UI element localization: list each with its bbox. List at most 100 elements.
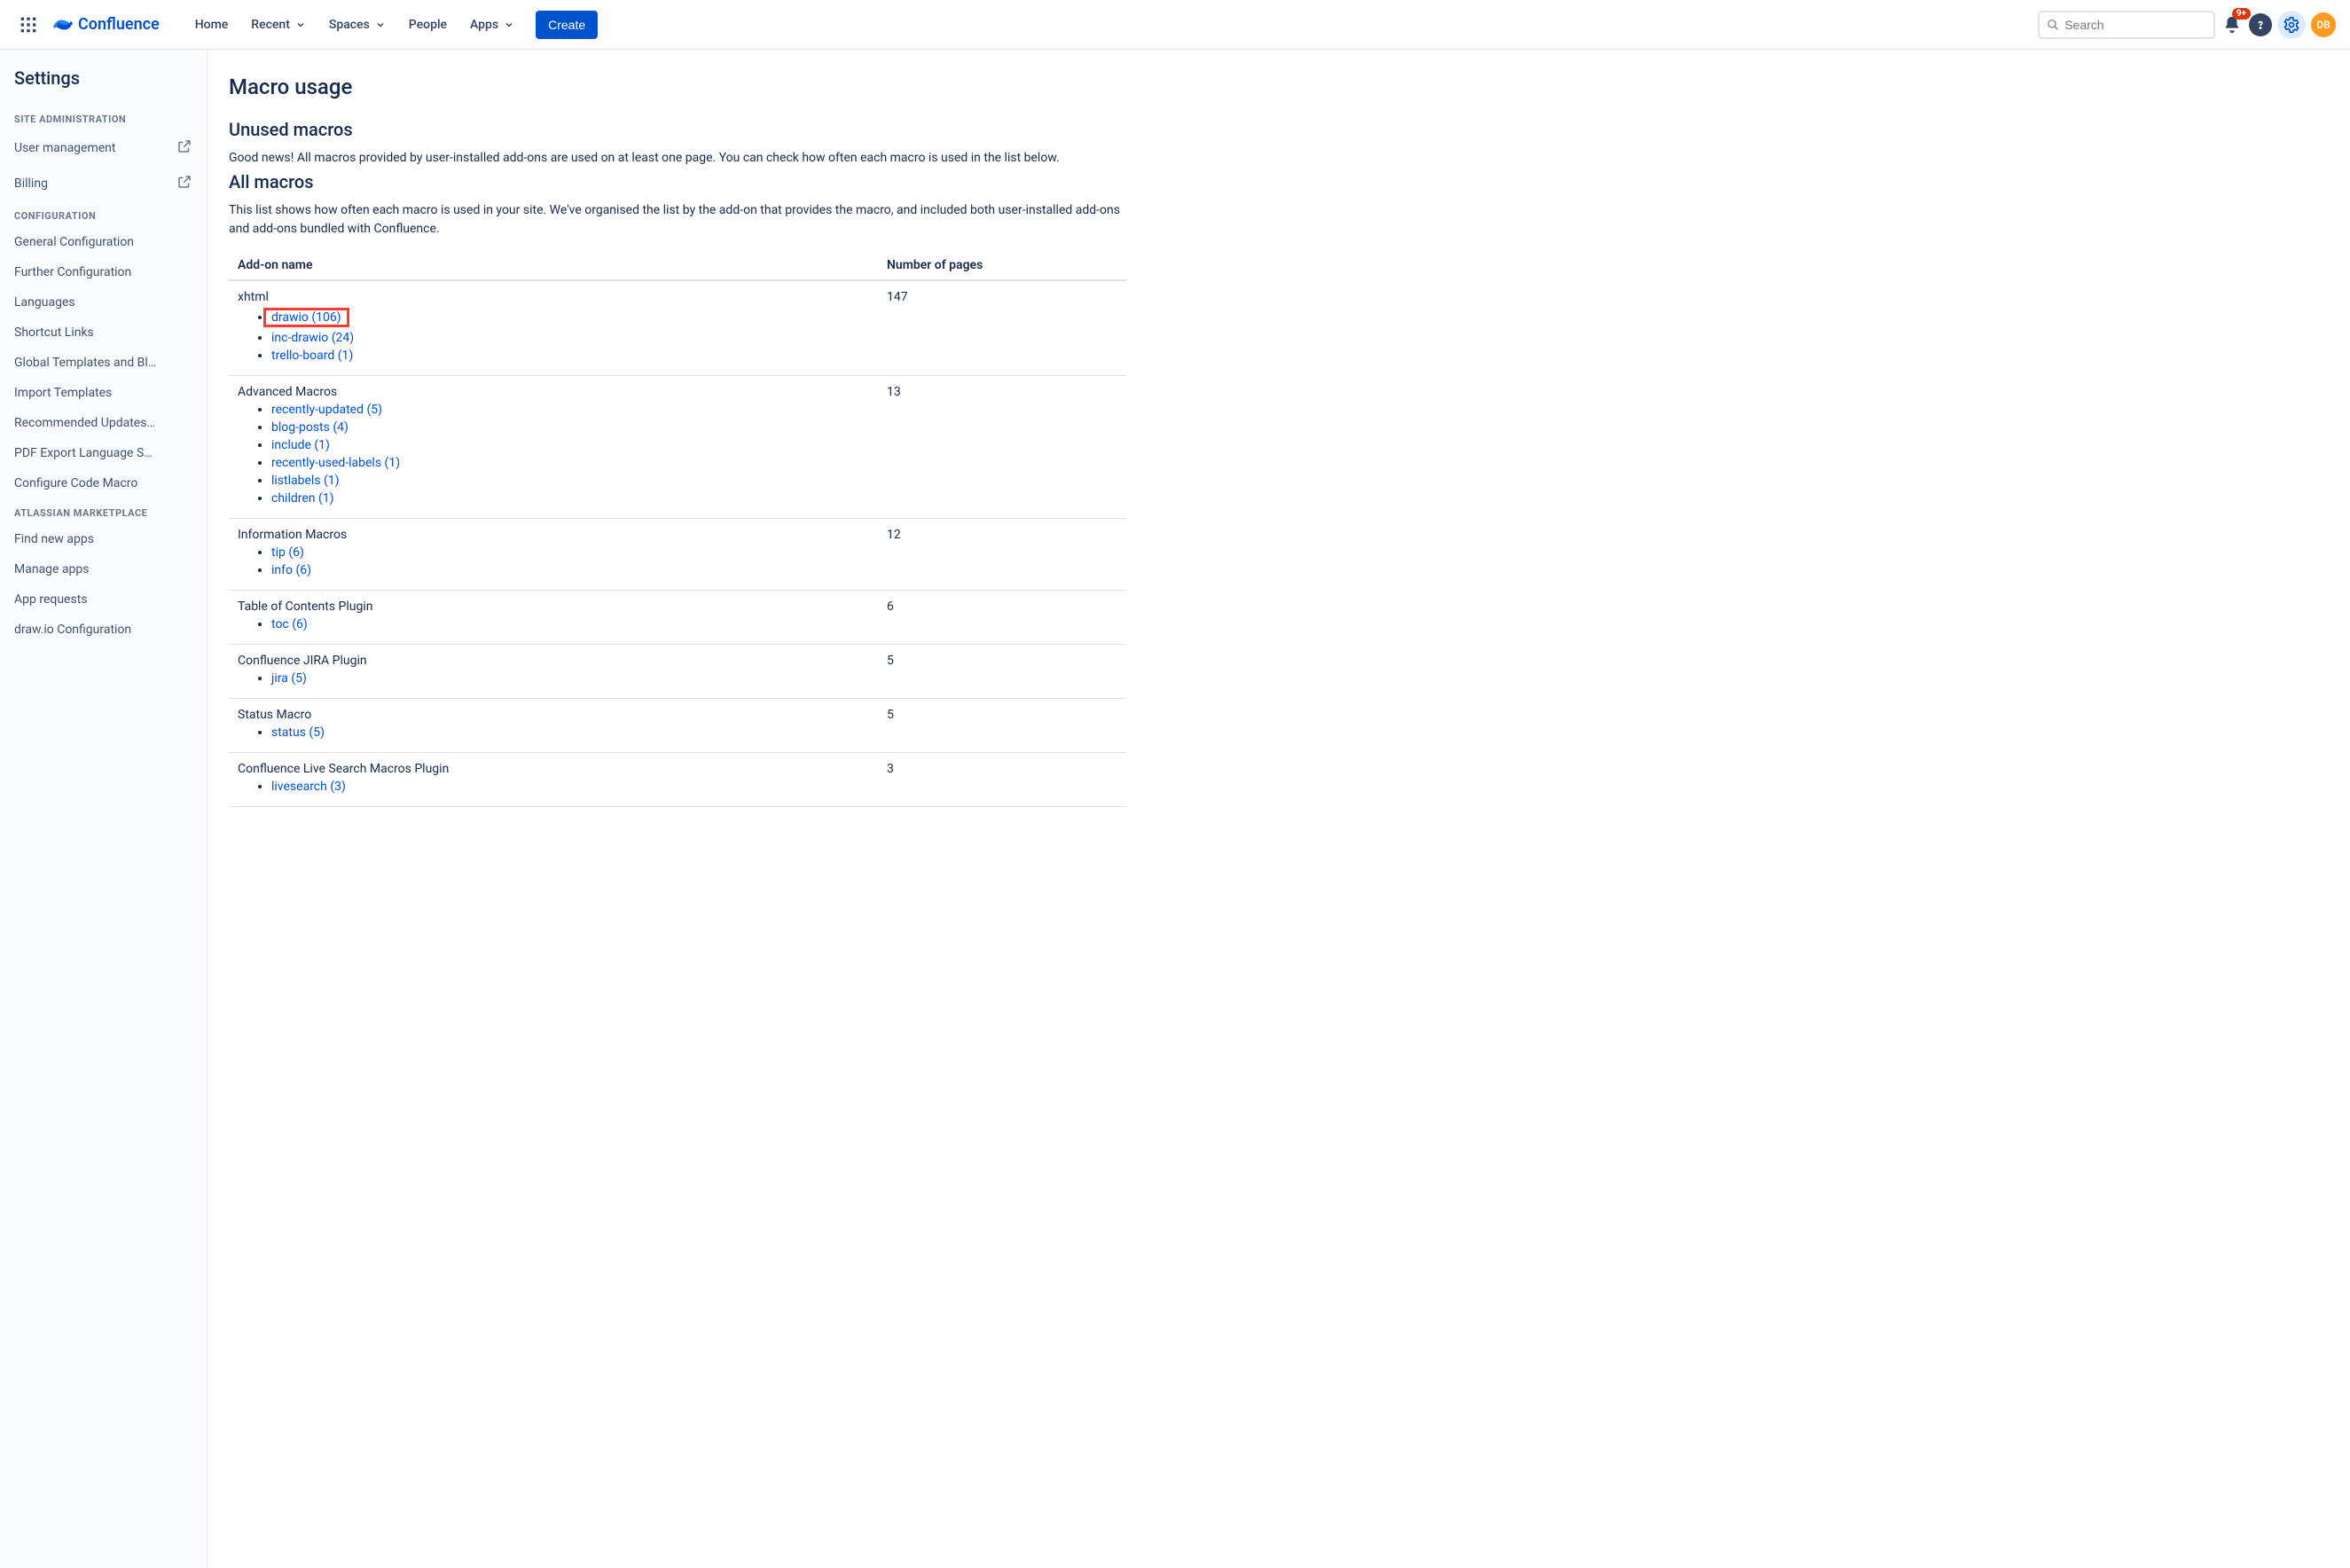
sidebar-item-label: Configure Code Macro — [14, 476, 137, 490]
main-content: Macro usage Unused macros Good news! All… — [208, 50, 2350, 1568]
macro-list-item: drawio (106) — [271, 306, 887, 329]
macro-link[interactable]: include (1) — [271, 438, 330, 452]
sidebar-item-label: Further Configuration — [14, 265, 131, 279]
sidebar-item[interactable]: Manage apps — [0, 554, 207, 584]
sidebar-item-label: App requests — [14, 592, 88, 607]
sidebar-item-label: Import Templates — [14, 386, 112, 400]
settings-button[interactable] — [2277, 11, 2306, 39]
macro-list-item: status (5) — [271, 724, 887, 741]
search-icon — [2047, 18, 2059, 32]
all-macros-heading: All macros — [229, 171, 1126, 192]
macro-list: livesearch (3) — [238, 778, 887, 796]
macro-link[interactable]: tip (6) — [271, 545, 304, 560]
macro-list: jira (5) — [238, 670, 887, 687]
table-row: Table of Contents Plugin toc (6) 6 — [229, 591, 1126, 645]
sidebar-item-label: Manage apps — [14, 562, 90, 576]
page-count: 6 — [887, 600, 1117, 633]
sidebar-item[interactable]: Find new apps — [0, 524, 207, 554]
macro-list: tip (6) info (6) — [238, 544, 887, 579]
help-icon — [2254, 19, 2267, 31]
sidebar-item[interactable]: General Configuration — [0, 227, 207, 257]
page-count: 147 — [887, 290, 1117, 365]
sidebar-item[interactable]: Languages — [0, 287, 207, 318]
chevron-down-icon — [504, 20, 514, 30]
nav-spaces[interactable]: Spaces — [318, 11, 396, 39]
nav-people[interactable]: People — [398, 11, 458, 39]
table-row: Status Macrostatus (5)5 — [229, 699, 1126, 753]
page-count: 12 — [887, 528, 1117, 579]
macro-link[interactable]: recently-used-labels (1) — [271, 456, 400, 470]
settings-sidebar: Settings SITE ADMINISTRATIONUser managem… — [0, 50, 208, 1568]
macro-list-item: tip (6) — [271, 544, 887, 561]
external-link-icon — [176, 138, 192, 158]
table-row: xhtml drawio (106) inc-drawio (24) trello-b… — [229, 281, 1126, 376]
addon-name: Information Macros — [238, 528, 887, 542]
user-avatar[interactable]: DB — [2311, 12, 2336, 37]
macro-link[interactable]: listlabels (1) — [271, 474, 340, 488]
macro-link[interactable]: trello-board (1) — [271, 349, 353, 363]
nav-home[interactable]: Home — [184, 11, 239, 39]
sidebar-item[interactable]: Further Configuration — [0, 257, 207, 287]
nav-recent[interactable]: Recent — [240, 11, 317, 39]
sidebar-item-label: Shortcut Links — [14, 325, 94, 340]
sidebar-item[interactable]: Configure Code Macro — [0, 468, 207, 498]
notifications-button[interactable]: 9+ — [2221, 13, 2244, 36]
macro-list-item: info (6) — [271, 561, 887, 579]
sidebar-item-label: Find new apps — [14, 532, 94, 546]
macro-list: status (5) — [238, 724, 887, 741]
table-row: Confluence JIRA Pluginjira (5)5 — [229, 645, 1126, 699]
help-button[interactable] — [2249, 13, 2272, 36]
highlight-annotation: drawio (106) — [263, 308, 349, 327]
sidebar-item[interactable]: PDF Export Language S… — [0, 438, 207, 468]
sidebar-item-label: Recommended Updates… — [14, 416, 155, 430]
macro-list-item: recently-used-labels (1) — [271, 454, 887, 472]
search-input[interactable] — [2064, 18, 2206, 32]
addon-name: Status Macro — [238, 708, 887, 722]
macro-list-item: listlabels (1) — [271, 472, 887, 490]
sidebar-item[interactable]: Global Templates and Bl… — [0, 348, 207, 378]
topnav-right: 9+ DB — [2038, 11, 2336, 39]
macro-link[interactable]: status (5) — [271, 725, 325, 740]
macro-link[interactable]: jira (5) — [271, 671, 307, 686]
nav-apps[interactable]: Apps — [459, 11, 525, 39]
external-link-icon — [176, 174, 192, 193]
macro-list-item: children (1) — [271, 490, 887, 507]
macro-link[interactable]: livesearch (3) — [271, 780, 346, 794]
addon-name: Confluence Live Search Macros Plugin — [238, 762, 887, 776]
sidebar-item[interactable]: Import Templates — [0, 378, 207, 408]
sidebar-item-label: Languages — [14, 295, 75, 310]
col-number-pages: Number of pages — [887, 258, 1117, 272]
macro-link[interactable]: drawio (106) — [271, 310, 341, 325]
nav-links: Home Recent Spaces People Apps Create — [184, 11, 598, 39]
sidebar-item[interactable]: App requests — [0, 584, 207, 615]
search-box[interactable] — [2038, 11, 2215, 39]
macro-link[interactable]: blog-posts (4) — [271, 420, 349, 435]
all-macros-text: This list shows how often each macro is … — [229, 201, 1126, 239]
create-button[interactable]: Create — [536, 11, 598, 39]
macro-link[interactable]: toc (6) — [271, 617, 308, 631]
sidebar-item[interactable]: User management — [0, 130, 207, 166]
macro-list-item: livesearch (3) — [271, 778, 887, 796]
sidebar-item[interactable]: Recommended Updates… — [0, 408, 207, 438]
sidebar-item[interactable]: draw.io Configuration — [0, 615, 207, 645]
topnav-left: Confluence Home Recent Spaces People App… — [14, 11, 598, 39]
confluence-logo[interactable]: Confluence — [46, 15, 167, 35]
macro-link[interactable]: inc-drawio (24) — [271, 331, 354, 345]
macro-link[interactable]: recently-updated (5) — [271, 403, 382, 417]
sidebar-item-label: Billing — [14, 176, 48, 191]
macro-link[interactable]: children (1) — [271, 491, 334, 506]
gear-icon — [2283, 16, 2300, 34]
notification-badge: 9+ — [2232, 8, 2251, 20]
unused-macros-text: Good news! All macros provided by user-i… — [229, 149, 1126, 168]
addon-name: xhtml — [238, 290, 887, 304]
sidebar-heading: ATLASSIAN MARKETPLACE — [0, 498, 207, 524]
main-layout: Settings SITE ADMINISTRATIONUser managem… — [0, 50, 2350, 1568]
app-switcher-icon[interactable] — [14, 11, 43, 39]
addon-name: Table of Contents Plugin — [238, 600, 887, 614]
sidebar-item[interactable]: Shortcut Links — [0, 318, 207, 348]
macro-table: Add-on name Number of pages xhtmldrawio … — [229, 251, 1126, 807]
sidebar-item[interactable]: Billing — [0, 166, 207, 201]
macro-link[interactable]: info (6) — [271, 563, 311, 577]
sidebar-title: Settings — [0, 67, 207, 105]
sidebar-item-label: User management — [14, 141, 115, 155]
